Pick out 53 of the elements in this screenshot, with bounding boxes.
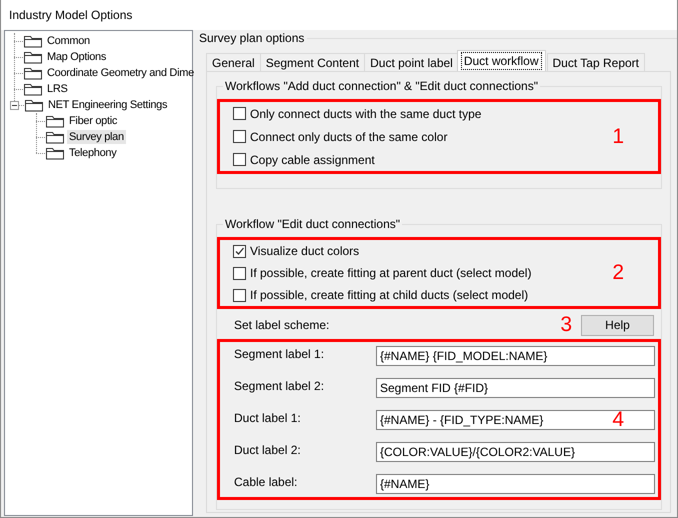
checkbox-label: If possible, create fitting at parent duct (select model): [250, 266, 532, 280]
text-field[interactable]: Segment FID {#FID}: [376, 378, 655, 398]
checkbox-label: Only connect ducts with the same duct type: [250, 106, 482, 120]
folder-icon: [23, 66, 43, 80]
field-label: Cable label:: [234, 474, 298, 488]
checkbox-label: Connect only ducts of the same color: [250, 130, 448, 144]
checkbox-label: Visualize duct colors: [250, 244, 360, 258]
text-field[interactable]: {COLOR:VALUE}/{COLOR2:VALUE}: [376, 442, 655, 462]
folder-icon: [23, 34, 43, 48]
annotation-number: 2: [612, 262, 624, 284]
folder-icon: [23, 82, 43, 96]
collapse-toggle[interactable]: [10, 100, 19, 110]
field-label: Segment label 2:: [234, 378, 326, 392]
tree-item[interactable]: Survey plan: [67, 130, 126, 144]
tab[interactable]: Duct Tap Report: [546, 53, 646, 71]
checkbox[interactable]: [233, 266, 246, 280]
field-label: Duct label 1:: [234, 410, 302, 424]
checkbox[interactable]: [233, 153, 246, 166]
tab[interactable]: Duct point label: [364, 53, 459, 71]
folder-icon: [45, 130, 65, 144]
checkbox[interactable]: [233, 288, 246, 302]
tree-item[interactable]: Map Options: [45, 50, 108, 64]
folder-icon: [45, 114, 65, 128]
text-field[interactable]: {#NAME}: [376, 474, 655, 494]
folder-icon: [45, 146, 65, 160]
checkbox[interactable]: [233, 107, 246, 120]
tab[interactable]: General: [206, 53, 261, 71]
tree-item[interactable]: LRS: [45, 82, 70, 96]
checkbox[interactable]: [233, 130, 246, 143]
field-label: Segment label 1:: [234, 346, 326, 360]
panel-title: Survey plan options: [199, 31, 304, 45]
tab[interactable]: Segment Content: [260, 53, 366, 71]
group-title: Workflows "Add duct connection" & "Edit duct connections": [223, 79, 540, 93]
window-title: Industry Model Options: [9, 8, 132, 22]
field-label: Duct label 2:: [234, 442, 302, 456]
tree-item[interactable]: Telephony: [67, 146, 118, 160]
annotation-number: 3: [560, 315, 572, 335]
folder-icon: [23, 50, 43, 64]
text-field[interactable]: {#NAME} {FID_MODEL:NAME}: [376, 346, 655, 366]
checkbox-label: If possible, create fitting at child ducts (select model): [250, 288, 528, 302]
tree-item[interactable]: NET Engineering Settings: [46, 98, 170, 112]
checkbox-label: Copy cable assignment: [250, 152, 375, 166]
annotation-number: 1: [612, 126, 624, 148]
annotation-number: 4: [612, 408, 624, 430]
section-label: Set label scheme:: [234, 318, 330, 332]
tree-item[interactable]: Coordinate Geometry and Dime: [45, 66, 196, 80]
checkbox[interactable]: [233, 244, 246, 258]
tree-item[interactable]: Fiber optic: [67, 114, 120, 128]
help-button[interactable]: Help: [581, 314, 654, 336]
group-title: Workflow "Edit duct connections": [223, 217, 402, 231]
tab[interactable]: Duct workflow: [456, 50, 546, 71]
folder-icon: [24, 98, 44, 112]
tree-item[interactable]: Common: [45, 34, 92, 48]
